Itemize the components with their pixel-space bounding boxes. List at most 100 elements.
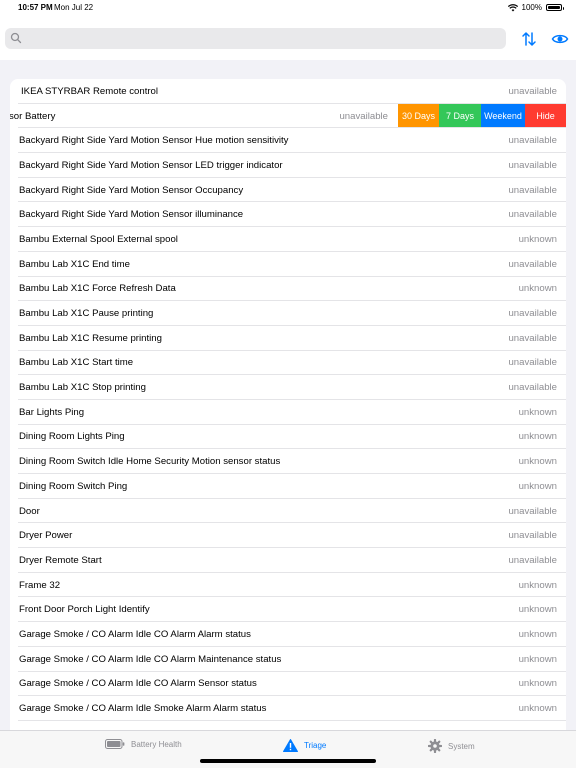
list-item[interactable]: Bambu Lab X1C Start time unavailable xyxy=(10,351,566,376)
status-right: 100% xyxy=(507,3,564,12)
entity-state: unavailable xyxy=(508,209,557,221)
list-item[interactable]: Dining Room Lights Ping unknown xyxy=(10,425,566,450)
entity-name: Garage Smoke / CO Alarm Idle CO Alarm Al… xyxy=(19,628,251,640)
tab-system-label: System xyxy=(448,741,475,751)
list-item[interactable]: Garage Smoke / CO Alarm Idle Smoke Alarm… xyxy=(10,696,566,721)
list-item[interactable]: sor Battery unavailable 30 Days 7 Days Weeke… xyxy=(10,103,566,129)
entity-state: unavailable xyxy=(508,382,557,394)
entity-state: unavailable xyxy=(508,554,557,566)
entity-list: IKEA STYRBAR Remote control unavailable so… xyxy=(10,79,566,730)
sort-icon[interactable] xyxy=(520,30,538,48)
entity-name: Front Door Porch Light Identify xyxy=(19,604,150,616)
entity-name: Garage Smoke / CO Alarm Idle CO Alarm Ma… xyxy=(19,653,282,665)
entity-name: Bambu Lab X1C Pause printing xyxy=(19,308,154,320)
entity-name: Dining Room Switch Ping xyxy=(19,480,128,492)
entity-state: unavailable xyxy=(508,332,557,344)
entity-name: Bambu Lab X1C Force Refresh Data xyxy=(19,283,176,295)
entity-state: unknown xyxy=(518,406,557,418)
entity-state: unknown xyxy=(518,653,557,665)
entity-name: Bambu Lab X1C Stop printing xyxy=(19,382,146,394)
list-item[interactable]: Bambu Lab X1C Pause printing unavailable xyxy=(10,301,566,326)
list-item[interactable]: Bambu Lab X1C Force Refresh Data unknown xyxy=(10,277,566,302)
entity-name: Frame 32 xyxy=(19,579,61,591)
battery-tab-icon xyxy=(105,739,125,749)
tab-system[interactable]: System xyxy=(428,739,475,753)
tab-triage-label: Triage xyxy=(304,741,327,750)
list-item[interactable]: Bambu Lab X1C End time unavailable xyxy=(10,252,566,277)
tab-battery-label: Battery Health xyxy=(131,739,182,749)
list-item[interactable]: Front Door Porch Light Identify unknown xyxy=(10,597,566,622)
entity-name: IKEA STYRBAR Remote control xyxy=(21,85,159,97)
snooze-30-days-button[interactable]: 30 Days xyxy=(398,103,439,128)
list-item[interactable]: Frame 32 unknown xyxy=(10,573,566,598)
entity-name: Bambu Lab X1C Resume printing xyxy=(19,332,162,344)
tab-battery-health[interactable]: Battery Health xyxy=(105,739,182,749)
entity-name: Dining Room Lights Ping xyxy=(19,431,125,443)
entity-name: Backyard Right Side Yard Motion Sensor O… xyxy=(19,184,244,196)
entity-state: unavailable xyxy=(508,308,557,320)
list-item[interactable]: IKEA STYRBAR Remote control unavailable xyxy=(10,79,566,104)
entity-state: unavailable xyxy=(508,530,557,542)
entity-name: Dryer Remote Start xyxy=(19,554,102,566)
entity-state: unavailable xyxy=(339,110,388,122)
entity-name: Bambu Lab X1C End time xyxy=(19,258,130,270)
list-item[interactable]: Backyard Right Side Yard Motion Sensor H… xyxy=(10,128,566,153)
battery-icon xyxy=(546,4,564,11)
list-item[interactable]: Bar Lights Ping unknown xyxy=(10,400,566,425)
gear-icon xyxy=(428,739,442,753)
snooze-weekend-button[interactable]: Weekend xyxy=(481,103,525,128)
warning-icon xyxy=(283,739,298,752)
status-date: Mon Jul 22 xyxy=(54,3,94,12)
entity-state: unknown xyxy=(518,283,557,295)
tab-triage[interactable]: Triage xyxy=(283,739,326,752)
entity-state: unknown xyxy=(518,431,557,443)
entity-state: unknown xyxy=(518,579,557,591)
header xyxy=(0,16,576,60)
entity-name: Bar Lights Ping xyxy=(19,406,85,418)
entity-state: unavailable xyxy=(508,85,557,97)
eye-icon[interactable] xyxy=(551,30,569,48)
status-time: 10:57 PM xyxy=(18,3,53,12)
swipe-actions: 30 Days 7 Days Weekend Hide xyxy=(398,103,566,128)
list-item[interactable]: Bambu Lab X1C Stop printing unavailable xyxy=(10,375,566,400)
entity-name: Dryer Power xyxy=(19,530,73,542)
entity-state: unknown xyxy=(518,604,557,616)
search-icon xyxy=(10,32,22,44)
entity-state: unavailable xyxy=(508,505,557,517)
entity-state: unavailable xyxy=(508,357,557,369)
entity-name: Garage Smoke / CO Alarm Idle CO Alarm Se… xyxy=(19,678,257,690)
entity-state: unavailable xyxy=(508,184,557,196)
search-input[interactable] xyxy=(27,30,497,47)
list-item[interactable]: Dryer Power unavailable xyxy=(10,523,566,548)
list-item[interactable]: Dining Room Switch Ping unknown xyxy=(10,474,566,499)
entity-state: unknown xyxy=(518,480,557,492)
list-item[interactable]: Garage Smoke / CO Alarm Idle CO Alarm Ma… xyxy=(10,647,566,672)
hide-button[interactable]: Hide xyxy=(525,103,566,128)
list-item[interactable]: Garage Smoke / CO Alarm Idle CO Alarm Se… xyxy=(10,672,566,697)
list-item[interactable]: Backyard Right Side Yard Motion Sensor L… xyxy=(10,153,566,178)
entity-name: Backyard Right Side Yard Motion Sensor H… xyxy=(19,135,289,147)
status-bar: 10:57 PM Mon Jul 22 100% xyxy=(0,0,576,16)
snooze-7-days-button[interactable]: 7 Days xyxy=(439,103,481,128)
list-item[interactable]: Door unavailable xyxy=(10,499,566,524)
list-item[interactable]: Backyard Right Side Yard Motion Sensor O… xyxy=(10,178,566,203)
entity-name: Bambu Lab X1C Start time xyxy=(19,357,134,369)
entity-name: Backyard Right Side Yard Motion Sensor i… xyxy=(19,209,244,221)
entity-name: sor Battery xyxy=(10,110,56,122)
entity-state: unknown xyxy=(518,703,557,715)
list-item[interactable]: Bambu External Spool External spool unkno… xyxy=(10,227,566,252)
entity-state: unknown xyxy=(518,678,557,690)
list-item[interactable]: Garage Smoke / CO Alarm Idle CO Alarm Al… xyxy=(10,622,566,647)
battery-percent: 100% xyxy=(521,3,542,12)
home-indicator xyxy=(200,759,376,763)
list-item[interactable]: Bambu Lab X1C Resume printing unavailable xyxy=(10,326,566,351)
list-item[interactable]: Dining Room Switch Idle Home Security Mo… xyxy=(10,449,566,474)
entity-name: Door xyxy=(19,505,40,517)
list-item[interactable]: Backyard Right Side Yard Motion Sensor i… xyxy=(10,202,566,227)
wifi-icon xyxy=(507,3,518,11)
entity-state: unavailable xyxy=(508,135,557,147)
list-item[interactable]: Dryer Remote Start unavailable xyxy=(10,548,566,573)
search-bar[interactable] xyxy=(5,28,506,49)
entity-state: unknown xyxy=(518,233,557,245)
entity-state: unavailable xyxy=(508,159,557,171)
